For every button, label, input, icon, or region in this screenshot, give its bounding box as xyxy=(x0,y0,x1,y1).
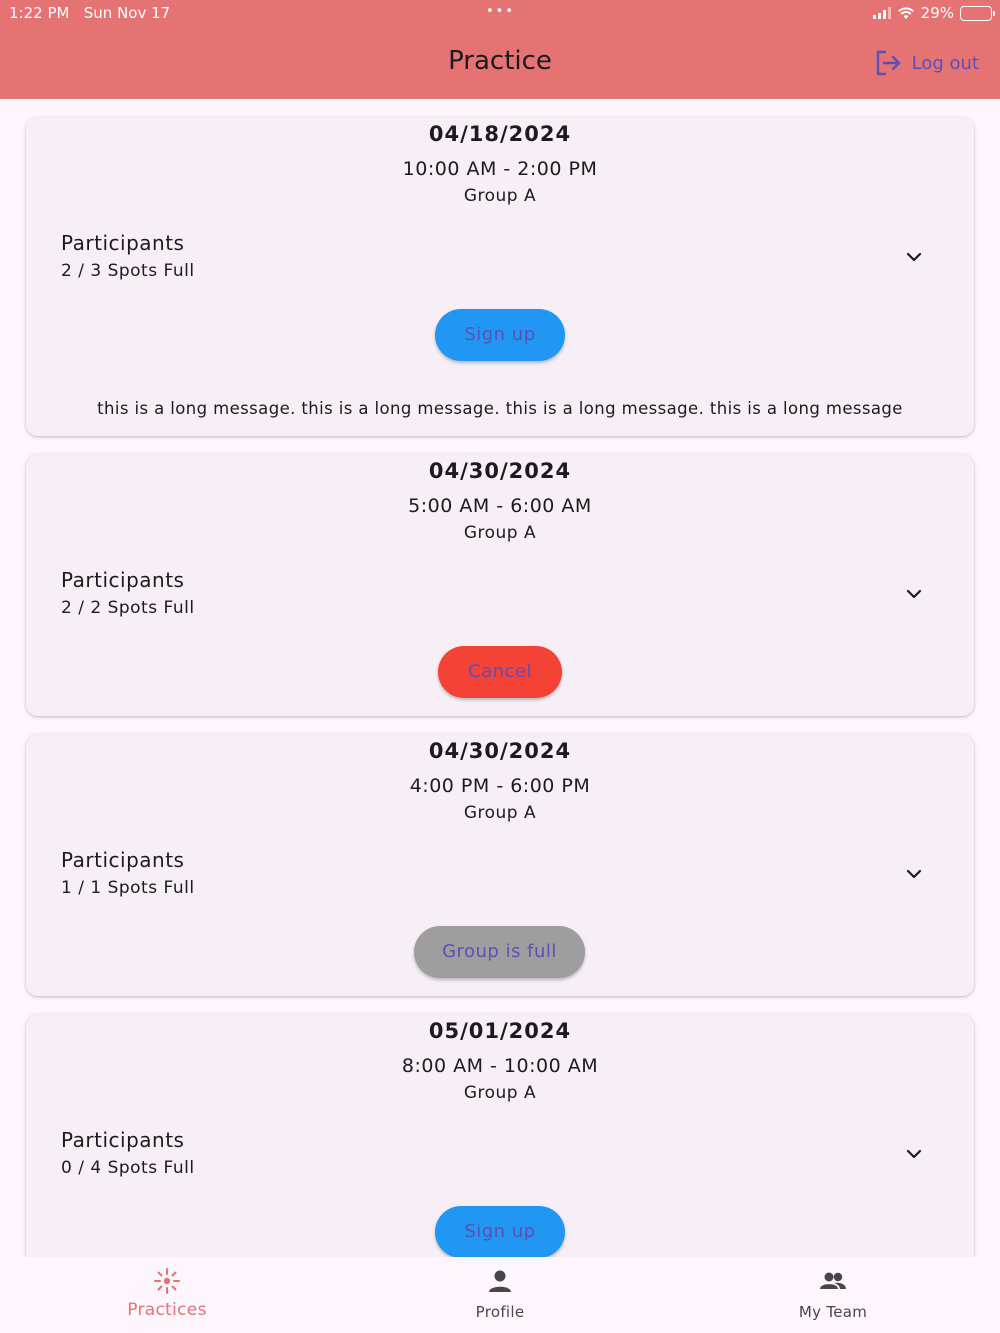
practice-time: 4:00 PM - 6:00 PM xyxy=(409,775,591,797)
signup-button[interactable]: Sign up xyxy=(435,309,565,361)
participants-label: Participants xyxy=(61,568,185,592)
wifi-icon xyxy=(897,7,914,19)
nav-practices[interactable]: Practices xyxy=(87,1257,247,1333)
logout-button[interactable]: Log out xyxy=(874,49,979,77)
signup-button[interactable]: Sign up xyxy=(435,1206,565,1258)
status-indicators: 29% xyxy=(872,4,995,22)
person-icon xyxy=(489,1270,511,1292)
participants-label: Participants xyxy=(61,1128,185,1152)
bottom-navigation: Practices Profile My Team xyxy=(0,1257,1000,1333)
practice-group: Group A xyxy=(463,523,537,543)
spots-count: 1 / 1 Spots Full xyxy=(61,878,195,898)
participants-label: Participants xyxy=(61,848,185,872)
cancel-button[interactable]: Cancel xyxy=(438,646,562,698)
practice-time: 10:00 AM - 2:00 PM xyxy=(402,158,598,180)
battery-icon xyxy=(960,5,995,21)
practice-group: Group A xyxy=(463,803,537,823)
nav-label: My Team xyxy=(798,1303,868,1321)
practice-card: 04/30/2024 5:00 AM - 6:00 AM Group A Par… xyxy=(26,454,974,716)
practice-date: 05/01/2024 xyxy=(428,1019,572,1043)
group-full-button[interactable]: Group is full xyxy=(414,926,585,978)
nav-label: Practices xyxy=(127,1300,207,1320)
practice-icon xyxy=(154,1268,180,1294)
practice-date: 04/30/2024 xyxy=(428,739,572,763)
status-time: 1:22 PM Sun Nov 17 xyxy=(9,4,171,22)
practice-card: 04/18/2024 10:00 AM - 2:00 PM Group A Pa… xyxy=(26,117,974,436)
chevron-down-icon[interactable] xyxy=(903,583,925,605)
practice-card: 04/30/2024 4:00 PM - 6:00 PM Group A Par… xyxy=(26,734,974,996)
practice-group: Group A xyxy=(463,1083,537,1103)
chevron-down-icon[interactable] xyxy=(903,246,925,268)
practice-time: 8:00 AM - 10:00 AM xyxy=(401,1055,599,1077)
page-title: Practice xyxy=(448,46,552,76)
spots-count: 2 / 3 Spots Full xyxy=(61,261,195,281)
spots-count: 2 / 2 Spots Full xyxy=(61,598,195,618)
logout-label: Log out xyxy=(911,52,979,74)
battery-percent: 29% xyxy=(920,4,954,22)
chevron-down-icon[interactable] xyxy=(903,863,925,885)
practice-group: Group A xyxy=(463,186,537,206)
practice-card: 05/01/2024 8:00 AM - 10:00 AM Group A Pa… xyxy=(26,1014,974,1276)
signal-icon xyxy=(872,7,891,19)
status-bar: 1:22 PM Sun Nov 17 ••• 29% xyxy=(0,0,1000,26)
nav-my-team[interactable]: My Team xyxy=(753,1257,913,1333)
app-bar: 1:22 PM Sun Nov 17 ••• 29% Practice Log … xyxy=(0,0,1000,99)
logout-icon xyxy=(876,50,900,76)
practice-date: 04/18/2024 xyxy=(428,122,572,146)
group-icon xyxy=(820,1272,846,1289)
multitask-dots[interactable]: ••• xyxy=(486,4,515,19)
practice-message: this is a long message. this is a long m… xyxy=(97,399,903,418)
practice-time: 5:00 AM - 6:00 AM xyxy=(408,495,592,517)
participants-label: Participants xyxy=(61,231,185,255)
nav-label: Profile xyxy=(475,1303,525,1321)
practice-date: 04/30/2024 xyxy=(428,459,572,483)
chevron-down-icon[interactable] xyxy=(903,1143,925,1165)
nav-profile[interactable]: Profile xyxy=(420,1257,580,1333)
spots-count: 0 / 4 Spots Full xyxy=(61,1158,195,1178)
